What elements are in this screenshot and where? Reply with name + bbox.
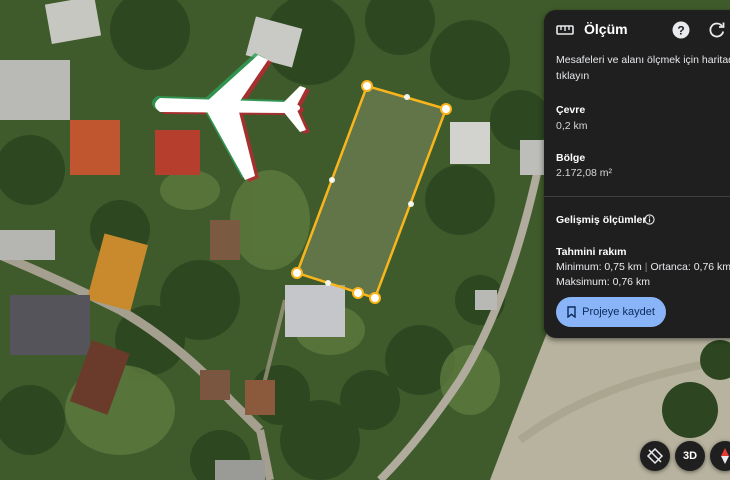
elevation-median: Ortanca: 0,76 km <box>650 261 730 273</box>
panel-title: Ölçüm <box>584 21 628 37</box>
tilt-button[interactable] <box>640 441 670 471</box>
elevation-row-1: Minimum: 0,75 km | Ortanca: 0,76 km <box>556 261 730 273</box>
help-icon[interactable]: ? <box>672 21 690 39</box>
perimeter-label: Çevre <box>556 104 586 116</box>
instruction-line-1: Mesafeleri ve alanı ölçmek için haritada <box>556 54 730 66</box>
info-icon[interactable] <box>644 214 655 225</box>
measure-panel-header: Ölçüm ? <box>544 10 730 50</box>
elevation-label: Tahmini rakım <box>556 246 627 258</box>
tilt-icon <box>646 447 664 465</box>
save-to-project-button[interactable]: Projeye kaydet <box>556 297 666 327</box>
view-3d-label: 3D <box>682 450 698 462</box>
area-value: 2.172,08 m² <box>556 167 613 179</box>
ruler-icon <box>556 25 574 35</box>
bookmark-icon <box>567 306 576 318</box>
elevation-separator: | <box>644 261 648 273</box>
elevation-min: Minimum: 0,75 km <box>556 261 642 273</box>
panel-divider <box>544 196 730 197</box>
measure-instruction: Mesafeleri ve alanı ölçmek için haritada… <box>556 52 730 84</box>
perimeter-value: 0,2 km <box>556 120 588 132</box>
elevation-max: Maksimum: 0,76 km <box>556 276 650 288</box>
refresh-icon[interactable] <box>708 21 726 39</box>
svg-text:?: ? <box>677 24 684 38</box>
advanced-measurements-label: Gelişmiş ölçümler <box>556 214 647 226</box>
area-label: Bölge <box>556 152 586 164</box>
instruction-line-2: tıklayın <box>556 70 590 82</box>
measure-panel: Ölçüm ? Mesafeleri ve alanı ölçmek için … <box>544 10 730 338</box>
view-3d-button[interactable]: 3D <box>675 441 705 471</box>
compass-icon <box>721 448 729 464</box>
save-button-label: Projeye kaydet <box>582 306 655 318</box>
